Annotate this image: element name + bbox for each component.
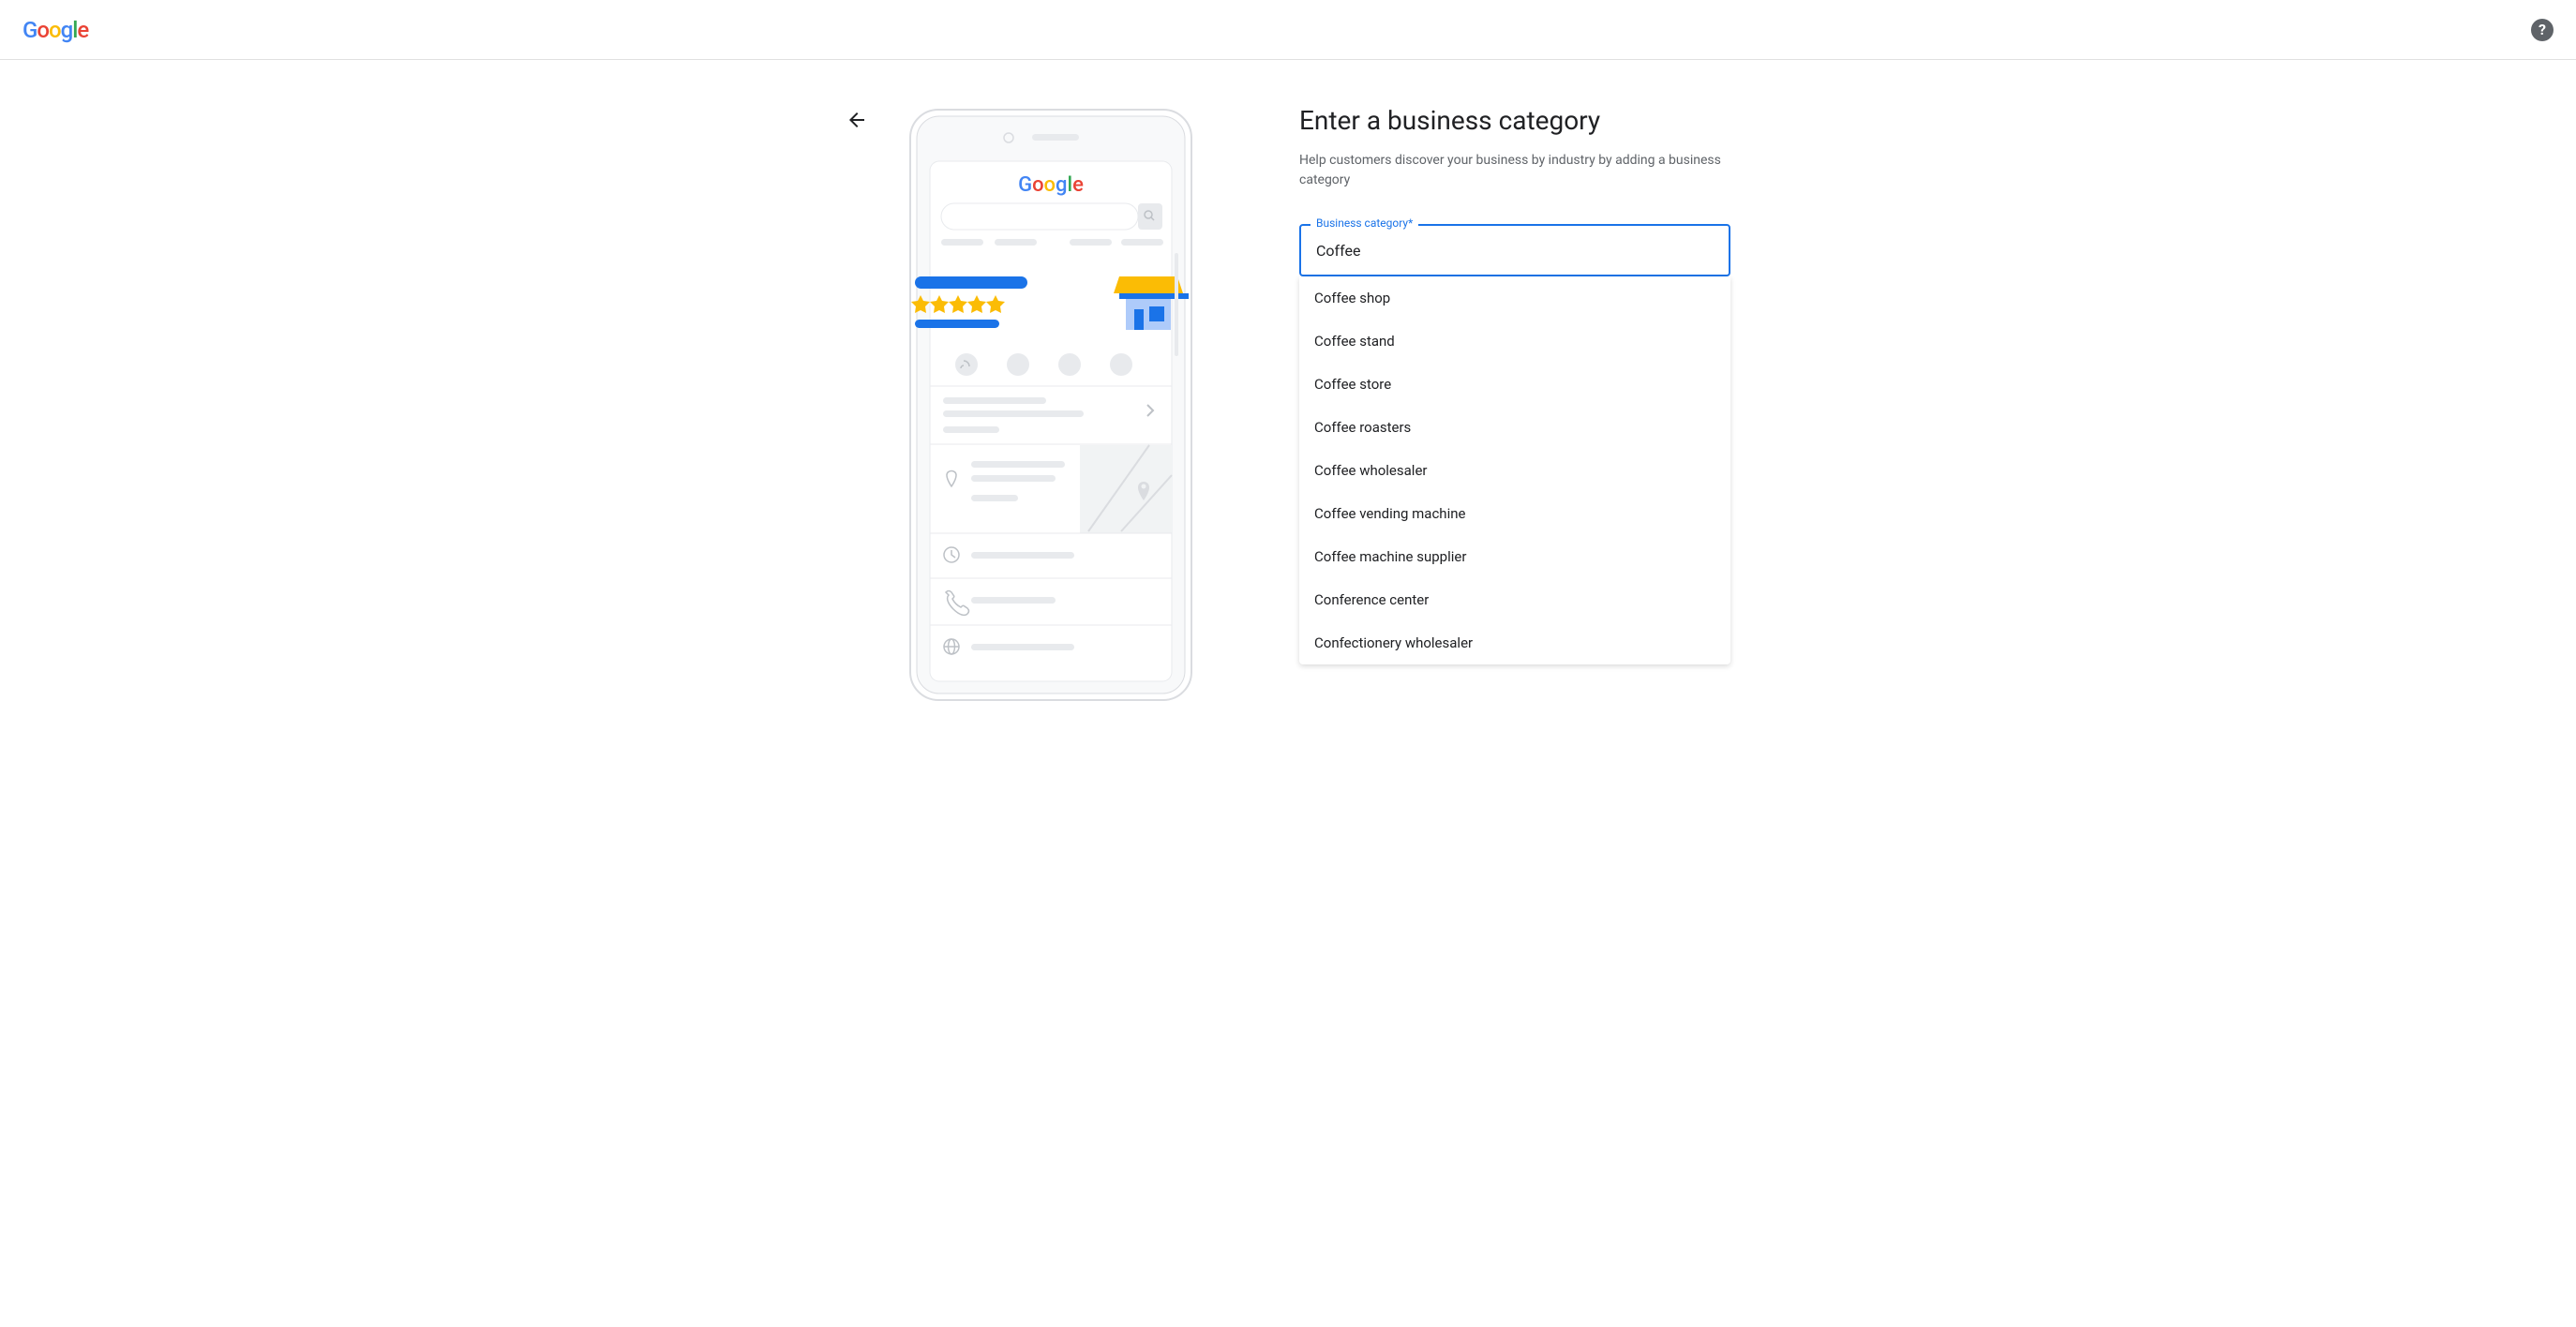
input-label: Business category*	[1310, 216, 1418, 230]
form-column: Enter a business category Help customers…	[1299, 105, 1730, 705]
dropdown-item[interactable]: Confectionery wholesaler	[1299, 621, 1730, 664]
dropdown-item[interactable]: Coffee machine supplier	[1299, 535, 1730, 578]
header: Google ?	[0, 0, 2576, 60]
page-title: Enter a business category	[1299, 105, 1730, 136]
help-icon[interactable]: ?	[2531, 19, 2554, 41]
page-subtitle: Help customers discover your business by…	[1299, 151, 1730, 190]
dropdown-item[interactable]: Conference center	[1299, 578, 1730, 621]
autocomplete-dropdown: Coffee shop Coffee stand Coffee store Co…	[1299, 276, 1730, 664]
category-input-wrapper: Business category* Coffee shop Coffee st…	[1299, 224, 1730, 276]
left-column: Google	[846, 105, 1196, 705]
dropdown-item[interactable]: Coffee store	[1299, 363, 1730, 406]
dropdown-item[interactable]: Coffee roasters	[1299, 406, 1730, 449]
main-content: Google	[0, 60, 2576, 750]
dropdown-item[interactable]: Coffee shop	[1299, 276, 1730, 320]
svg-text:Google: Google	[1018, 173, 1084, 197]
phone-mockup-illustration: Google	[906, 105, 1196, 705]
dropdown-item[interactable]: Coffee stand	[1299, 320, 1730, 363]
google-logo[interactable]: Google	[22, 17, 88, 43]
dropdown-item[interactable]: Coffee wholesaler	[1299, 449, 1730, 492]
dropdown-item[interactable]: Coffee vending machine	[1299, 492, 1730, 535]
business-category-input[interactable]	[1299, 224, 1730, 276]
back-arrow-icon[interactable]	[846, 109, 868, 131]
